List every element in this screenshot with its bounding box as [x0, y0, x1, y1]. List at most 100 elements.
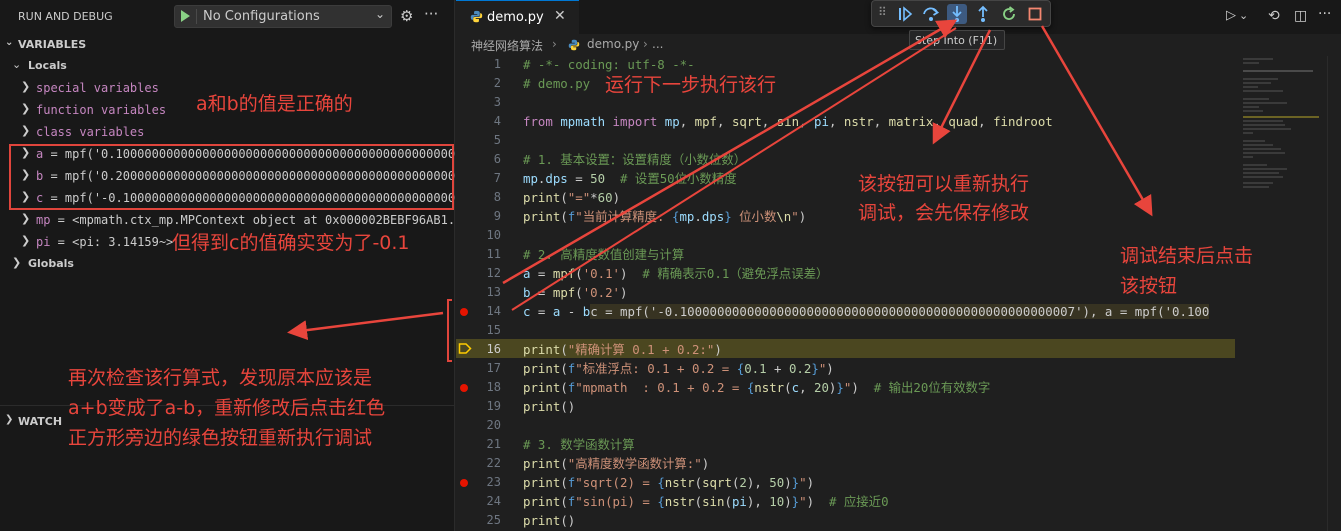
- annotation-stop-l1: 调试结束后点击: [1120, 245, 1254, 267]
- line-number: 16: [486, 342, 501, 356]
- gutter-line[interactable]: 18: [456, 378, 526, 397]
- chevron-right-icon: ❯: [12, 256, 22, 269]
- more-icon[interactable]: ···: [1318, 6, 1331, 22]
- gutter-line: 22: [456, 454, 526, 473]
- configuration-label: No Configurations: [203, 9, 320, 24]
- play-icon[interactable]: [181, 10, 190, 22]
- annotation-stop-l2: 该按钮: [1120, 275, 1178, 297]
- run-icon[interactable]: ▷: [1226, 8, 1236, 23]
- scope-label: Locals: [28, 59, 67, 72]
- line-number: 6: [493, 152, 501, 166]
- line-number: 3: [493, 95, 501, 109]
- close-icon[interactable]: ✕: [554, 8, 566, 24]
- restart-icon: [1003, 6, 1015, 20]
- breakpoint-icon[interactable]: [460, 479, 468, 487]
- chevron-right-icon: ❯: [5, 414, 14, 425]
- code-line: print("高精度数学函数计算:"): [523, 456, 710, 471]
- gutter-line: 25: [456, 511, 526, 530]
- code-line: print(f"sqrt(2) = {nstr(sqrt(2), 50)}"): [523, 475, 815, 490]
- variable-row-mp[interactable]: ❯ mp = <mpmath.ctx_mp.MPContext object a…: [0, 209, 455, 231]
- restart-button[interactable]: [999, 4, 1019, 24]
- breadcrumb: 神经网络算法 › demo.py › ...: [456, 34, 1341, 56]
- minimap[interactable]: [1235, 56, 1327, 531]
- line-number: 17: [486, 361, 501, 375]
- line-number: 12: [486, 266, 501, 280]
- tab-label: demo.py: [487, 10, 544, 25]
- step-over-button[interactable]: [921, 4, 941, 24]
- breakpoint-icon[interactable]: [460, 308, 468, 316]
- gutter-line: 24: [456, 492, 526, 511]
- variables-section-header[interactable]: ⌄ VARIABLES: [0, 34, 455, 56]
- tree-item-class-variables[interactable]: ❯ class variables: [0, 121, 455, 143]
- gutter-line: 7: [456, 169, 526, 188]
- configuration-select[interactable]: No Configurations ⌄: [174, 5, 392, 28]
- step-into-button[interactable]: [947, 4, 967, 24]
- line-number: 24: [486, 494, 501, 508]
- annotation-ab-correct: a和b的值是正确的: [196, 93, 353, 115]
- more-icon[interactable]: ···: [424, 5, 438, 23]
- vertical-scrollbar[interactable]: [1327, 56, 1341, 531]
- gear-icon[interactable]: ⚙: [400, 7, 413, 25]
- line-number: 20: [486, 418, 501, 432]
- code-line: print(f"mpmath : 0.1 + 0.2 = {nstr(c, 20…: [523, 380, 991, 395]
- split-editor-icon[interactable]: ◫: [1294, 8, 1307, 24]
- chevron-right-icon: ›: [643, 37, 648, 51]
- gutter-highlight-box: [447, 299, 452, 362]
- gutter-line: 8: [456, 188, 526, 207]
- gutter-line: 20: [456, 416, 526, 435]
- gutter-line[interactable]: 14: [456, 302, 526, 321]
- gutter-line: 6: [456, 150, 526, 169]
- continue-button[interactable]: [895, 4, 915, 24]
- breakpoint-icon[interactable]: [460, 384, 468, 392]
- breadcrumb-folder[interactable]: 神经网络算法: [471, 37, 543, 54]
- section-title: VARIABLES: [18, 38, 87, 51]
- breadcrumb-file[interactable]: demo.py: [587, 37, 639, 51]
- chevron-right-icon: ❯: [21, 212, 31, 225]
- line-number: 2: [493, 76, 501, 90]
- gutter-line[interactable]: 23: [456, 473, 526, 492]
- annotation-restart-l2: 调试，会先保存修改: [858, 202, 1030, 224]
- gutter-line: 19: [456, 397, 526, 416]
- annotation-fix-l2: a+b变成了a-b，重新修改后点击红色: [68, 397, 386, 419]
- gutter-line: 2: [456, 74, 526, 93]
- sidebar-title: RUN AND DEBUG: [18, 10, 113, 23]
- gutter-line: 15: [456, 321, 526, 340]
- tab-demo-py[interactable]: demo.py ✕: [456, 0, 579, 34]
- stop-button[interactable]: [1025, 4, 1045, 24]
- chevron-down-icon: ⌄: [12, 58, 22, 71]
- code-line: # 1. 基本设置：设置精度（小数位数）: [523, 152, 747, 167]
- breadcrumb-symbol[interactable]: ...: [652, 37, 663, 51]
- code-line: c = a - bc = mpf('-0.1000000000000000000…: [523, 304, 1210, 319]
- gutter-line: 9: [456, 207, 526, 226]
- line-number: 1: [493, 57, 501, 71]
- line-number: 19: [486, 399, 501, 413]
- chevron-down-icon[interactable]: ⌄: [1239, 9, 1248, 22]
- annotation-c-value: 但得到c的值确实变为了-0.1: [172, 232, 410, 254]
- code-line: from mpmath import mp, mpf, sqrt, sin, p…: [523, 114, 1053, 129]
- gutter-line: 3: [456, 93, 526, 112]
- line-number: 7: [493, 171, 501, 185]
- line-number: 10: [486, 228, 501, 242]
- annotation-fix-l1: 再次检查该行算式，发现原本应该是: [68, 367, 373, 389]
- code-line: print(f"sin(pi) = {nstr(sin(pi), 10)}") …: [523, 494, 889, 509]
- variable-value: <mpmath.ctx_mp.MPContext object at 0x000…: [72, 213, 448, 227]
- drag-handle-icon[interactable]: ⠿: [878, 5, 887, 19]
- chevron-right-icon: ›: [552, 37, 557, 51]
- gutter-line: 11: [456, 245, 526, 264]
- line-number: 23: [486, 475, 501, 489]
- sidebar-header: RUN AND DEBUG No Configurations ⌄ ⚙ ···: [0, 0, 455, 34]
- variables-highlight-box: [9, 144, 454, 210]
- step-out-button[interactable]: [973, 4, 993, 24]
- scope-label: Globals: [28, 257, 74, 270]
- timeline-icon[interactable]: ⟲: [1268, 8, 1280, 24]
- line-number: 9: [493, 209, 501, 223]
- truncation: ...: [447, 213, 455, 227]
- line-number: 5: [493, 133, 501, 147]
- chevron-down-icon[interactable]: ⌄: [375, 7, 385, 21]
- gutter-line: 17: [456, 359, 526, 378]
- scope-locals[interactable]: ⌄ Locals: [0, 55, 455, 77]
- step-into-tooltip: Step Into (F11): [909, 30, 1005, 50]
- continue-icon: [899, 6, 913, 22]
- annotation-fix-l3: 正方形旁边的绿色按钮重新执行调试: [68, 427, 373, 449]
